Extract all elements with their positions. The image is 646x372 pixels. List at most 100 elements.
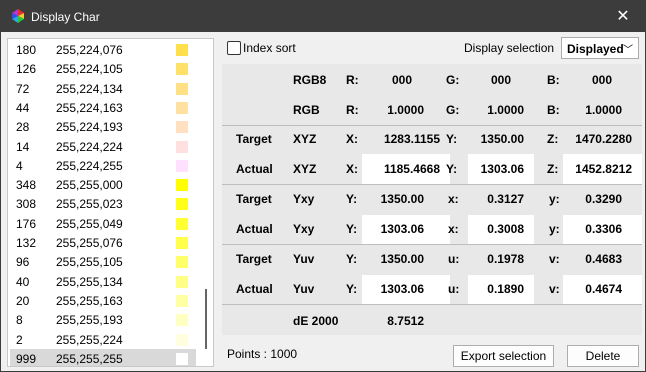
patch-rgb: 255,255,134 [56,274,123,289]
target-yuv-c-value: 0.4683 [585,252,622,266]
de2000-value: 8.7512 [387,314,424,328]
list-item[interactable]: 14 255,224,224 [10,137,196,156]
list-item[interactable]: 28 255,224,193 [10,117,196,136]
patch-rgb: 255,255,255 [56,351,123,366]
title-bar[interactable]: Display Char ✕ [1,1,645,32]
patch-rgb: 255,224,105 [56,62,123,77]
target-yxy-c-value: 0.3290 [585,192,622,206]
target-yuv-b-value: 0.1978 [487,252,524,266]
index-sort-checkbox[interactable] [227,41,241,55]
list-item[interactable]: 126 255,224,105 [10,59,196,78]
component-label: Y: [346,282,358,296]
list-scrollbar[interactable] [201,39,211,366]
patch-index: 308 [16,197,37,212]
b-label: B: [547,103,560,117]
list-item[interactable]: 348 255,255,000 [10,175,196,194]
patch-rgb: 255,224,193 [56,120,123,135]
actual-xyz-space-label: XYZ [293,162,317,176]
list-item[interactable]: 999 255,255,255 [10,348,196,366]
component-label: u: [448,282,460,296]
patch-list[interactable]: 180 255,224,076 126 255,224,105 72 255,224,13… [7,38,214,367]
component-label: Z: [547,162,559,176]
patch-rgb: 255,255,049 [56,216,123,231]
list-item[interactable]: 4 255,224,255 [10,156,196,175]
target-yxy-b-value: 0.3127 [487,192,524,206]
list-item[interactable]: 20 255,255,163 [10,291,196,310]
patch-index: 180 [16,43,37,57]
g-label: G: [446,103,460,117]
actual-yxy-a-value: 1303.06 [380,222,424,236]
b-label: B: [547,73,560,87]
display-selection-dropdown[interactable]: Displayed ﹀ [561,37,639,59]
color-swatch [176,82,188,95]
patch-rgb: 255,255,105 [56,255,123,270]
component-label: Y: [346,252,358,266]
list-item[interactable]: 96 255,255,105 [10,252,196,271]
export-selection-button[interactable]: Export selection [453,345,554,367]
list-item[interactable]: 44 255,224,163 [10,98,196,117]
color-swatch [176,121,188,134]
rgb-g-value: 1.0000 [487,103,524,117]
color-swatch [176,352,188,365]
color-swatch [176,333,188,346]
component-label: v: [549,282,560,296]
patch-index: 20 [16,293,30,308]
list-item[interactable]: 176 255,255,049 [10,214,196,233]
values-table: RGB8 R: 000 G: 000 B: 000 RGB R: 1.0000 … [222,64,642,335]
component-label: v: [549,252,560,266]
list-item[interactable]: 308 255,255,023 [10,194,196,213]
list-item[interactable]: 132 255,255,076 [10,233,196,252]
points-count: Points : 1000 [227,347,298,361]
component-label: y: [549,192,560,206]
patch-index: 14 [16,139,30,154]
rgb-label: RGB [293,103,320,117]
list-item[interactable]: 72 255,224,134 [10,79,196,98]
actual-yuv-c-value: 0.4674 [585,282,622,296]
target-yxy-space-label: Yxy [293,192,315,206]
actual-yxy-b-value: 0.3008 [487,222,524,236]
patch-index: 348 [16,178,37,193]
patch-rgb: 255,224,076 [56,43,123,57]
list-item[interactable]: 180 255,224,076 [10,40,196,59]
display-selection-value: Displayed [567,42,624,56]
color-wheel-icon [12,9,24,23]
window-title: Display Char [31,10,100,24]
patch-index: 96 [16,255,30,270]
color-swatch [176,159,188,172]
r-label: R: [346,103,359,117]
patch-rgb: 255,255,193 [56,313,123,328]
component-label: x: [448,222,459,236]
component-label: Y: [446,132,458,146]
color-swatch [176,198,188,211]
target-yuv-space-label: Yuv [293,252,315,266]
r-label: R: [346,73,359,87]
close-icon[interactable]: ✕ [609,7,637,27]
target-yxy-a-value: 1350.00 [380,192,424,206]
actual-yuv-a-value: 1303.06 [380,282,424,296]
divider [222,184,642,185]
component-label: Z: [547,132,559,146]
color-swatch [176,63,188,76]
color-swatch [176,140,188,153]
component-label: X: [346,162,358,176]
divider [222,304,642,305]
component-label: Y: [446,162,458,176]
list-item[interactable]: 8 255,255,193 [10,310,196,329]
actual-xyz-c-value: 1452.8212 [575,162,632,176]
patch-index: 2 [16,332,23,347]
list-item[interactable]: 2 255,255,224 [10,330,196,349]
divider [222,244,642,245]
de2000-label: dE 2000 [293,314,339,328]
list-item[interactable]: 40 255,255,134 [10,272,196,291]
patch-rgb: 255,255,076 [56,236,123,250]
display-char-window: Display Char ✕ 180 255,224,076 126 255,224,… [0,0,646,372]
actual-xyz-a-value: 1185.4668 [383,162,440,176]
actual-yuv-space-label: Yuv [293,282,315,296]
target-xyz-space-label: XYZ [293,132,317,146]
delete-button[interactable]: Delete [567,345,639,367]
actual-yuv-row-label: Actual [236,282,273,296]
actual-yxy-row-label: Actual [236,222,273,236]
scrollbar-thumb[interactable] [205,289,207,349]
actual-yuv-b-value: 0.1890 [487,282,524,296]
color-swatch [176,256,188,269]
